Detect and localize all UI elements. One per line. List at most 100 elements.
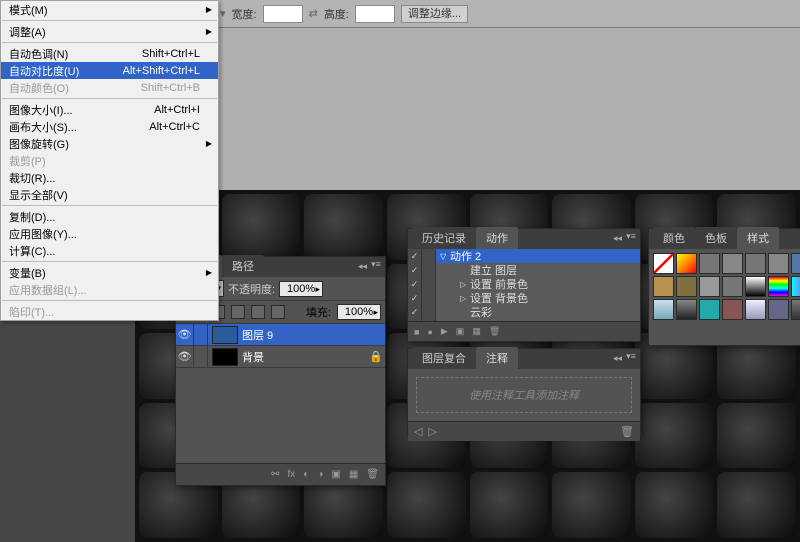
panel-menu-icon[interactable]: ▾≡ bbox=[624, 351, 638, 362]
tab-layer-comps[interactable]: 图层复合 bbox=[412, 347, 476, 369]
play-icon[interactable]: ▶ bbox=[441, 326, 448, 337]
notes-placeholder: 使用注释工具添加注释 bbox=[416, 377, 632, 413]
menu-item[interactable]: 应用图像(Y)... bbox=[1, 225, 218, 242]
actions-tree[interactable]: ▽动作 2建立 图层▷设置 前景色▷设置 背景色云彩 bbox=[436, 249, 640, 321]
options-dropdown-icon[interactable]: ▾ bbox=[220, 7, 226, 20]
action-row[interactable]: ▽动作 2 bbox=[436, 249, 640, 263]
fill-input[interactable]: 100% bbox=[337, 304, 381, 320]
menu-item[interactable]: 自动对比度(U)Alt+Shift+Ctrl+L bbox=[1, 62, 218, 79]
group-icon[interactable]: ▣ bbox=[331, 469, 340, 480]
style-swatch[interactable] bbox=[722, 253, 743, 274]
lock-all-icon[interactable] bbox=[271, 305, 285, 319]
style-swatch[interactable] bbox=[791, 299, 800, 320]
record-icon[interactable]: ● bbox=[427, 327, 432, 337]
height-label: 高度: bbox=[324, 6, 349, 22]
collapse-icon[interactable]: ◂◂ bbox=[358, 261, 367, 272]
notes-panel: 图层复合 注释 ◂◂ ▾≡ 使用注释工具添加注释 ◁ ▷ 🗑 bbox=[407, 348, 641, 436]
width-label: 宽度: bbox=[232, 6, 257, 22]
panel-menu-icon[interactable]: ▾≡ bbox=[624, 231, 638, 242]
lock-pixels-icon[interactable] bbox=[231, 305, 245, 319]
refine-edge-button[interactable]: 调整边缘... bbox=[401, 5, 468, 23]
menu-item[interactable]: 变量(B) bbox=[1, 264, 218, 281]
layer-row[interactable]: 👁背景🔒 bbox=[176, 346, 385, 368]
mask-icon[interactable]: ◐ bbox=[303, 469, 309, 480]
menu-item: 裁剪(P) bbox=[1, 152, 218, 169]
opacity-label: 不透明度: bbox=[228, 281, 275, 297]
opacity-input[interactable]: 100% bbox=[279, 281, 323, 297]
delete-note-icon[interactable]: 🗑 bbox=[620, 425, 634, 438]
style-swatch[interactable] bbox=[653, 299, 674, 320]
action-row[interactable]: ▷设置 背景色 bbox=[436, 291, 640, 305]
delete-icon[interactable]: 🗑 bbox=[366, 469, 379, 480]
menu-item[interactable]: 画布大小(S)...Alt+Ctrl+C bbox=[1, 118, 218, 135]
menu-item[interactable]: 裁切(R)... bbox=[1, 169, 218, 186]
tab-history[interactable]: 历史记录 bbox=[412, 227, 476, 249]
lock-icon: 🔒 bbox=[367, 350, 385, 363]
action-row[interactable]: 建立 图层 bbox=[436, 263, 640, 277]
style-swatch[interactable] bbox=[745, 276, 766, 297]
style-swatch[interactable] bbox=[745, 253, 766, 274]
new-layer-icon[interactable]: ▦ bbox=[349, 469, 358, 480]
style-swatch[interactable] bbox=[676, 253, 697, 274]
style-swatch[interactable] bbox=[791, 253, 800, 274]
menu-item: 应用数据组(L)... bbox=[1, 281, 218, 298]
layer-list: 👁图层 9👁背景🔒 bbox=[176, 324, 385, 454]
new-set-icon[interactable]: ▣ bbox=[456, 326, 465, 337]
style-swatch[interactable] bbox=[653, 276, 674, 297]
menu-item[interactable]: 调整(A) bbox=[1, 23, 218, 40]
adjustment-icon[interactable]: ◑ bbox=[317, 469, 323, 480]
style-swatch[interactable] bbox=[768, 253, 789, 274]
action-row[interactable]: 云彩 bbox=[436, 305, 640, 319]
styles-grid bbox=[649, 249, 800, 324]
menu-item[interactable]: 自动色调(N)Shift+Ctrl+L bbox=[1, 45, 218, 62]
tab-paths[interactable]: 路径 bbox=[222, 255, 264, 277]
styles-panel: 颜色 色板 样式 ◂◂ ▾≡ ▲▼ bbox=[648, 228, 800, 346]
tab-swatches[interactable]: 色板 bbox=[695, 227, 737, 249]
link-layers-icon[interactable]: ⚯ bbox=[271, 469, 279, 480]
menu-item[interactable]: 模式(M) bbox=[1, 1, 218, 18]
style-swatch[interactable] bbox=[653, 253, 674, 274]
panel-menu-icon[interactable]: ▾≡ bbox=[369, 259, 383, 270]
style-swatch[interactable] bbox=[768, 276, 789, 297]
menu-item[interactable]: 复制(D)... bbox=[1, 208, 218, 225]
tab-color[interactable]: 颜色 bbox=[653, 227, 695, 249]
stop-icon[interactable]: ■ bbox=[414, 327, 419, 337]
visibility-icon[interactable]: 👁 bbox=[176, 324, 194, 345]
actions-panel: 历史记录 动作 ◂◂ ▾≡ ✓✓✓✓✓ ▽动作 2建立 图层▷设置 前景色▷设置… bbox=[407, 228, 641, 342]
style-swatch[interactable] bbox=[676, 276, 697, 297]
next-note-icon[interactable]: ▷ bbox=[428, 425, 436, 438]
fill-label: 填充: bbox=[306, 304, 331, 320]
lock-position-icon[interactable] bbox=[251, 305, 265, 319]
style-swatch[interactable] bbox=[699, 253, 720, 274]
fx-icon[interactable]: fx bbox=[288, 469, 296, 480]
menu-item: 陷印(T)... bbox=[1, 303, 218, 320]
style-swatch[interactable] bbox=[722, 299, 743, 320]
style-swatch[interactable] bbox=[676, 299, 697, 320]
menu-item[interactable]: 显示全部(V) bbox=[1, 186, 218, 203]
style-swatch[interactable] bbox=[745, 299, 766, 320]
new-action-icon[interactable]: ▦ bbox=[472, 326, 481, 337]
tab-styles[interactable]: 样式 bbox=[737, 227, 779, 249]
menu-item[interactable]: 图像大小(I)...Alt+Ctrl+I bbox=[1, 101, 218, 118]
layer-row[interactable]: 👁图层 9 bbox=[176, 324, 385, 346]
style-swatch[interactable] bbox=[791, 276, 800, 297]
action-row[interactable]: ▷设置 前景色 bbox=[436, 277, 640, 291]
menu-item: 自动颜色(O)Shift+Ctrl+B bbox=[1, 79, 218, 96]
tab-notes[interactable]: 注释 bbox=[476, 347, 518, 369]
collapse-icon[interactable]: ◂◂ bbox=[613, 233, 622, 244]
width-input[interactable] bbox=[263, 5, 303, 23]
style-swatch[interactable] bbox=[699, 299, 720, 320]
style-swatch[interactable] bbox=[722, 276, 743, 297]
layers-footer: ⚯ fx ◐ ◑ ▣ ▦ 🗑 bbox=[176, 463, 385, 485]
collapse-icon[interactable]: ◂◂ bbox=[613, 353, 622, 364]
visibility-icon[interactable]: 👁 bbox=[176, 346, 194, 367]
style-swatch[interactable] bbox=[699, 276, 720, 297]
menu-item[interactable]: 计算(C)... bbox=[1, 242, 218, 259]
prev-note-icon[interactable]: ◁ bbox=[414, 425, 422, 438]
delete-action-icon[interactable]: 🗑 bbox=[489, 326, 500, 337]
swap-icon[interactable]: ⇄ bbox=[309, 7, 318, 20]
style-swatch[interactable] bbox=[768, 299, 789, 320]
menu-item[interactable]: 图像旋转(G) bbox=[1, 135, 218, 152]
tab-actions[interactable]: 动作 bbox=[476, 227, 518, 249]
height-input[interactable] bbox=[355, 5, 395, 23]
